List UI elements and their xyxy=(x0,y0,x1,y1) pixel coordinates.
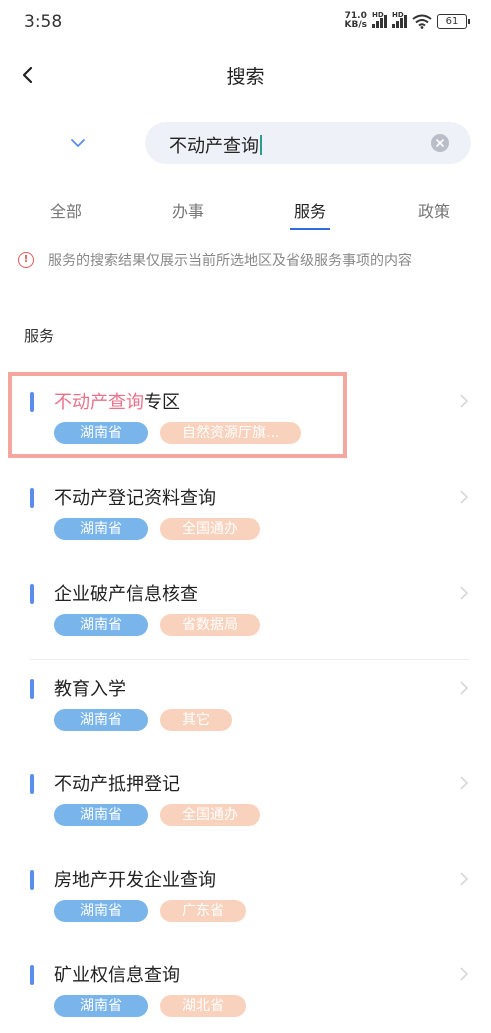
department-tag: 广东省 xyxy=(160,900,246,922)
province-tag: 湖南省 xyxy=(54,518,148,540)
province-tag: 湖南省 xyxy=(54,709,148,731)
province-tag: 湖南省 xyxy=(54,614,148,636)
nav-bar: 搜索 xyxy=(0,52,491,98)
service-title-rest: 矿业权信息查询 xyxy=(54,965,180,986)
close-icon xyxy=(436,139,444,147)
result-tabs: 全部 办事 服务 政策 xyxy=(0,190,491,230)
tab-all[interactable]: 全部 xyxy=(50,198,82,222)
item-accent-bar xyxy=(30,870,34,890)
service-item[interactable]: 矿业权信息查询 湖南省 湖北省 xyxy=(0,951,491,1033)
item-accent-bar xyxy=(30,774,34,794)
notice-text: 服务的搜索结果仅展示当前所选地区及省级服务事项的内容 xyxy=(48,253,412,269)
service-title-rest: 不动产抵押登记 xyxy=(54,774,180,795)
item-accent-bar xyxy=(30,965,34,985)
chevron-right-icon xyxy=(460,490,469,504)
department-tag: 全国通办 xyxy=(160,804,260,826)
tab-services[interactable]: 服务 xyxy=(294,198,326,222)
service-title: 不动产抵押登记 xyxy=(54,770,180,796)
department-tag: 其它 xyxy=(160,709,232,731)
network-speed-unit: KB/s xyxy=(344,20,367,30)
item-accent-bar xyxy=(30,488,34,508)
chevron-right-icon xyxy=(460,681,469,695)
status-icons: 71.0 KB/s HD HD 61 xyxy=(345,11,470,30)
service-item[interactable]: 房地产开发企业查询 湖南省 广东省 xyxy=(0,856,491,938)
chevron-right-icon xyxy=(460,872,469,886)
chevron-right-icon xyxy=(460,394,469,408)
active-tab-indicator xyxy=(290,228,330,230)
item-accent-bar xyxy=(30,584,34,604)
region-dropdown[interactable] xyxy=(60,128,96,158)
search-row: 不动产查询 xyxy=(0,120,491,166)
page-title: 搜索 xyxy=(226,66,265,88)
text-caret xyxy=(260,135,262,155)
service-title: 教育入学 xyxy=(54,675,126,701)
chevron-right-icon xyxy=(460,776,469,790)
hd-label: HD xyxy=(392,11,404,19)
province-tag: 湖南省 xyxy=(54,995,148,1017)
service-title: 矿业权信息查询 xyxy=(54,961,180,987)
search-input[interactable]: 不动产查询 xyxy=(145,122,471,164)
tab-affairs[interactable]: 办事 xyxy=(172,198,204,222)
service-title-rest: 不动产登记资料查询 xyxy=(54,488,216,509)
search-query: 不动产查询 xyxy=(169,132,262,158)
divider xyxy=(30,659,469,660)
service-item[interactable]: 教育入学 湖南省 其它 xyxy=(0,665,491,747)
hd-label: HD xyxy=(372,11,384,19)
signal-icon: HD xyxy=(392,11,407,28)
highlight-frame xyxy=(8,372,347,458)
province-tag: 湖南省 xyxy=(54,804,148,826)
service-item[interactable]: 不动产登记资料查询 湖南省 全国通办 xyxy=(0,474,491,556)
network-speed: 71.0 KB/s xyxy=(345,12,367,30)
province-tag: 湖南省 xyxy=(54,900,148,922)
service-title: 房地产开发企业查询 xyxy=(54,866,216,892)
tab-policy[interactable]: 政策 xyxy=(418,198,450,222)
service-title-rest: 房地产开发企业查询 xyxy=(54,870,216,891)
battery-icon: 61 xyxy=(437,13,470,29)
wifi-icon xyxy=(412,14,432,29)
signal-icon: HD xyxy=(372,11,387,28)
chevron-right-icon xyxy=(460,967,469,981)
status-bar: 3:58 71.0 KB/s HD HD 61 xyxy=(0,0,491,46)
chevron-down-icon xyxy=(71,139,85,147)
department-tag: 全国通办 xyxy=(160,518,260,540)
service-item[interactable]: 企业破产信息核查 湖南省 省数据局 xyxy=(0,570,491,660)
status-time: 3:58 xyxy=(24,12,63,32)
section-title: 服务 xyxy=(24,327,55,345)
department-tag: 省数据局 xyxy=(160,614,260,636)
search-query-text: 不动产查询 xyxy=(169,136,259,157)
service-title: 不动产登记资料查询 xyxy=(54,484,216,510)
chevron-right-icon xyxy=(460,586,469,600)
clear-button[interactable] xyxy=(431,134,449,152)
item-accent-bar xyxy=(30,679,34,699)
service-title-rest: 教育入学 xyxy=(54,679,126,700)
department-tag: 湖北省 xyxy=(160,995,246,1017)
service-item[interactable]: 不动产抵押登记 湖南省 全国通办 xyxy=(0,760,491,842)
info-icon: ! xyxy=(18,252,34,268)
service-title: 企业破产信息核查 xyxy=(54,580,198,606)
service-title-rest: 企业破产信息核查 xyxy=(54,584,198,605)
